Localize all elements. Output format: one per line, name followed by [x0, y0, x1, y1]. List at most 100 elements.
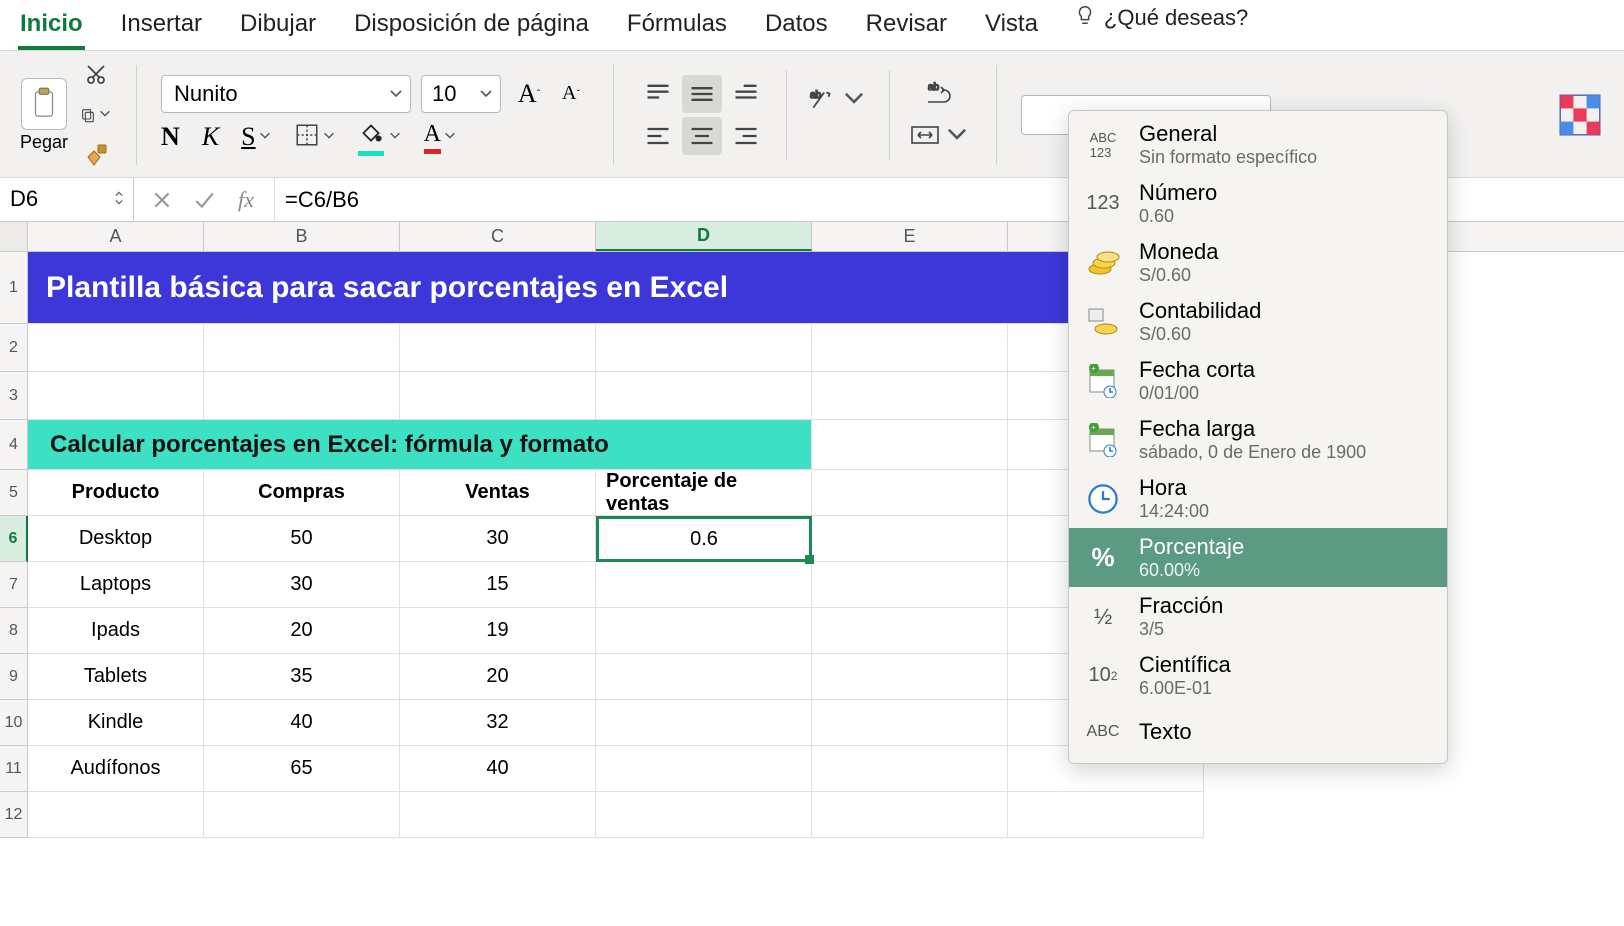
align-right-button[interactable] [726, 117, 766, 155]
format-option-currency[interactable]: MonedaS/0.60 [1069, 233, 1447, 292]
cell[interactable] [596, 562, 812, 608]
align-top-button[interactable] [638, 75, 678, 113]
row-header-10[interactable]: 10 [0, 700, 28, 746]
cell[interactable]: Audífonos [28, 746, 204, 792]
row-header-11[interactable]: 11 [0, 746, 28, 792]
cell[interactable] [596, 654, 812, 700]
col-header-E[interactable]: E [812, 222, 1008, 251]
tab-draw[interactable]: Dibujar [238, 4, 318, 46]
increase-font-button[interactable]: Aˆ [511, 76, 547, 112]
format-option-shortdate[interactable]: + Fecha corta0/01/00 [1069, 351, 1447, 410]
cell[interactable]: 32 [400, 700, 596, 746]
format-option-time[interactable]: Hora14:24:00 [1069, 469, 1447, 528]
format-option-text[interactable]: ABC Texto [1069, 705, 1447, 759]
tab-layout[interactable]: Disposición de página [352, 4, 591, 46]
paste-button[interactable]: Pegar [20, 78, 68, 153]
row-header-3[interactable]: 3 [0, 372, 28, 420]
row-header-4[interactable]: 4 [0, 420, 28, 470]
cell[interactable]: 35 [204, 654, 400, 700]
format-option-fraction[interactable]: ½ Fracción3/5 [1069, 587, 1447, 646]
cell[interactable]: 65 [204, 746, 400, 792]
cell[interactable] [596, 324, 812, 372]
cell[interactable] [812, 420, 1008, 470]
accept-formula-button[interactable] [190, 186, 218, 214]
cell[interactable] [596, 608, 812, 654]
row-header-9[interactable]: 9 [0, 654, 28, 700]
cell-section[interactable]: Calcular porcentajes en Excel: fórmula y… [28, 420, 812, 470]
format-option-scientific[interactable]: 102 Científica6.00E-01 [1069, 646, 1447, 705]
tab-formulas[interactable]: Fórmulas [625, 4, 729, 46]
cut-button[interactable] [80, 60, 112, 90]
italic-button[interactable]: K [202, 122, 219, 152]
row-header-2[interactable]: 2 [0, 324, 28, 372]
fill-color-button[interactable] [358, 119, 402, 156]
bold-button[interactable]: N [161, 122, 180, 152]
underline-button[interactable]: S [241, 122, 271, 152]
copy-button[interactable] [80, 100, 112, 130]
cell[interactable]: 50 [204, 516, 400, 562]
cell[interactable] [204, 324, 400, 372]
font-size-select[interactable]: 10 [421, 75, 501, 113]
row-header-5[interactable]: 5 [0, 470, 28, 516]
merge-center-button[interactable] [910, 120, 972, 151]
col-header-A[interactable]: A [28, 222, 204, 251]
tab-view[interactable]: Vista [983, 4, 1040, 46]
borders-button[interactable] [294, 122, 336, 153]
cell-header-producto[interactable]: Producto [28, 470, 204, 516]
cell[interactable] [596, 746, 812, 792]
cell[interactable] [28, 372, 204, 420]
cell[interactable] [812, 654, 1008, 700]
align-center-button[interactable] [682, 117, 722, 155]
cell[interactable] [400, 372, 596, 420]
cell[interactable] [596, 372, 812, 420]
orientation-button[interactable]: ab [807, 84, 869, 115]
cell[interactable]: 19 [400, 608, 596, 654]
row-header-1[interactable]: 1 [0, 252, 28, 324]
cell-title[interactable]: Plantilla básica para sacar porcentajes … [28, 252, 1204, 324]
cell[interactable] [596, 792, 812, 838]
cell[interactable] [400, 792, 596, 838]
insert-function-button[interactable]: fx [232, 186, 260, 214]
cell[interactable]: Tablets [28, 654, 204, 700]
format-option-percent[interactable]: % Porcentaje60.00% [1069, 528, 1447, 587]
cell[interactable] [400, 324, 596, 372]
cancel-formula-button[interactable] [148, 186, 176, 214]
name-box[interactable]: D6 [0, 178, 134, 222]
cell[interactable] [812, 516, 1008, 562]
cell[interactable]: 40 [400, 746, 596, 792]
cell[interactable]: 30 [204, 562, 400, 608]
cell[interactable] [1008, 792, 1204, 838]
tab-insert[interactable]: Insertar [119, 4, 204, 46]
row-header-8[interactable]: 8 [0, 608, 28, 654]
cell-header-ventas[interactable]: Ventas [400, 470, 596, 516]
cell[interactable] [812, 792, 1008, 838]
cell[interactable]: Laptops [28, 562, 204, 608]
cell[interactable]: 15 [400, 562, 596, 608]
format-painter-button[interactable] [80, 140, 112, 170]
format-option-general[interactable]: ABC123 GeneralSin formato específico [1069, 115, 1447, 174]
cell[interactable] [812, 562, 1008, 608]
row-header-7[interactable]: 7 [0, 562, 28, 608]
tab-home[interactable]: Inicio [18, 4, 85, 50]
format-option-number[interactable]: 123 Número0.60 [1069, 174, 1447, 233]
align-middle-button[interactable] [682, 75, 722, 113]
cell[interactable] [812, 470, 1008, 516]
tab-data[interactable]: Datos [763, 4, 830, 46]
cell[interactable] [204, 372, 400, 420]
align-bottom-button[interactable] [726, 75, 766, 113]
cell[interactable] [812, 700, 1008, 746]
cell[interactable]: 40 [204, 700, 400, 746]
col-header-C[interactable]: C [400, 222, 596, 251]
cell[interactable] [812, 746, 1008, 792]
format-option-longdate[interactable]: + Fecha largasábado, 0 de Enero de 1900 [1069, 410, 1447, 469]
fill-handle[interactable] [805, 555, 814, 564]
cell-selected[interactable]: 0.6 [596, 516, 812, 562]
font-name-select[interactable]: Nunito [161, 75, 411, 113]
cell[interactable] [596, 700, 812, 746]
font-color-button[interactable]: A [424, 121, 457, 154]
conditional-formatting-button[interactable] [1556, 91, 1604, 139]
cell[interactable] [28, 324, 204, 372]
cell[interactable] [812, 372, 1008, 420]
format-option-accounting[interactable]: ContabilidadS/0.60 [1069, 292, 1447, 351]
align-left-button[interactable] [638, 117, 678, 155]
